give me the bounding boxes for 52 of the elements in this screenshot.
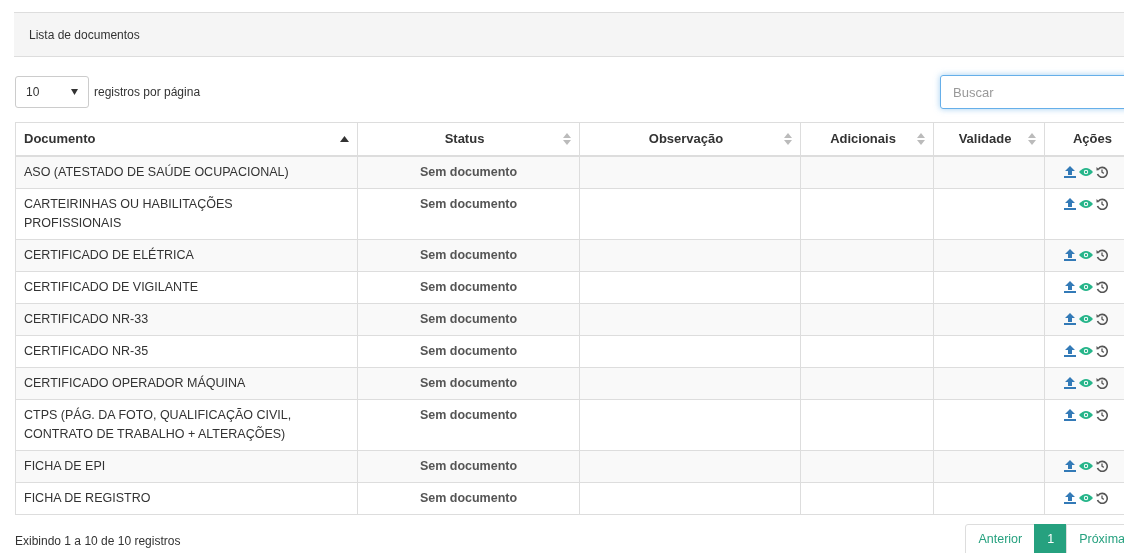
history-icon[interactable] bbox=[1095, 408, 1108, 421]
history-icon[interactable] bbox=[1095, 197, 1108, 210]
table-cell: CARTEIRINHAS OU HABILITAÇÕES PROFISSIONAIS bbox=[15, 188, 358, 239]
upload-icon[interactable] bbox=[1063, 376, 1076, 389]
upload-icon[interactable] bbox=[1063, 280, 1076, 293]
table-cell: CTPS (PÁG. DA FOTO, QUALIFICAÇÃO CIVIL, CONTRATO DE TRABALHO + ALTERAÇÕES) bbox=[15, 399, 358, 450]
history-icon[interactable] bbox=[1095, 376, 1108, 389]
history-icon[interactable] bbox=[1095, 491, 1108, 504]
upload-icon[interactable] bbox=[1063, 197, 1076, 210]
history-icon[interactable] bbox=[1095, 280, 1108, 293]
table-cell: CERTIFICADO DE VIGILANTE bbox=[15, 271, 358, 303]
table-cell: CERTIFICADO OPERADOR MÁQUINA bbox=[15, 367, 358, 399]
table-info: Exibindo 1 a 10 de 10 registros bbox=[15, 532, 181, 550]
caret-icon bbox=[71, 89, 78, 95]
table-cell: CERTIFICADO NR-35 bbox=[15, 335, 358, 367]
status-cell: Sem documento bbox=[357, 335, 580, 367]
status-cell: Sem documento bbox=[357, 155, 580, 188]
column-header[interactable]: Documento bbox=[15, 122, 358, 156]
upload-icon[interactable] bbox=[1063, 165, 1076, 178]
table-cell: CERTIFICADO DE ELÉTRICA bbox=[15, 239, 358, 271]
history-icon[interactable] bbox=[1095, 248, 1108, 261]
column-header[interactable]: Adicionais bbox=[800, 122, 934, 156]
table-cell: FICHA DE EPI bbox=[15, 450, 358, 482]
status-cell: Sem documento bbox=[357, 482, 580, 514]
page-size-select[interactable]: 10 bbox=[15, 76, 89, 108]
column-header[interactable]: Validade bbox=[933, 122, 1045, 156]
upload-icon[interactable] bbox=[1063, 491, 1076, 504]
status-cell: Sem documento bbox=[357, 188, 580, 239]
upload-icon[interactable] bbox=[1063, 459, 1076, 472]
column-header[interactable]: Ações bbox=[1044, 122, 1124, 156]
upload-icon[interactable] bbox=[1063, 344, 1076, 357]
upload-icon[interactable] bbox=[1063, 248, 1076, 261]
status-cell: Sem documento bbox=[357, 271, 580, 303]
history-icon[interactable] bbox=[1095, 459, 1108, 472]
column-header[interactable]: Status bbox=[357, 122, 580, 156]
status-cell: Sem documento bbox=[357, 450, 580, 482]
table-cell: CERTIFICADO NR-33 bbox=[15, 303, 358, 335]
status-cell: Sem documento bbox=[357, 239, 580, 271]
column-header[interactable]: Observação bbox=[579, 122, 801, 156]
status-cell: Sem documento bbox=[357, 367, 580, 399]
search-field[interactable]: Buscar bbox=[940, 75, 1124, 109]
status-cell: Sem documento bbox=[357, 399, 580, 450]
history-icon[interactable] bbox=[1095, 312, 1108, 325]
upload-icon[interactable] bbox=[1063, 312, 1076, 325]
page-size-label: registros por página bbox=[94, 84, 201, 101]
status-cell: Sem documento bbox=[357, 303, 580, 335]
history-icon[interactable] bbox=[1095, 344, 1108, 357]
table-cell: ASO (ATESTADO DE SAÚDE OCUPACIONAL) bbox=[15, 155, 358, 188]
table-cell: FICHA DE REGISTRO bbox=[15, 482, 358, 514]
panel-title: Lista de documentos bbox=[29, 26, 140, 44]
history-icon[interactable] bbox=[1095, 165, 1108, 178]
upload-icon[interactable] bbox=[1063, 408, 1076, 421]
